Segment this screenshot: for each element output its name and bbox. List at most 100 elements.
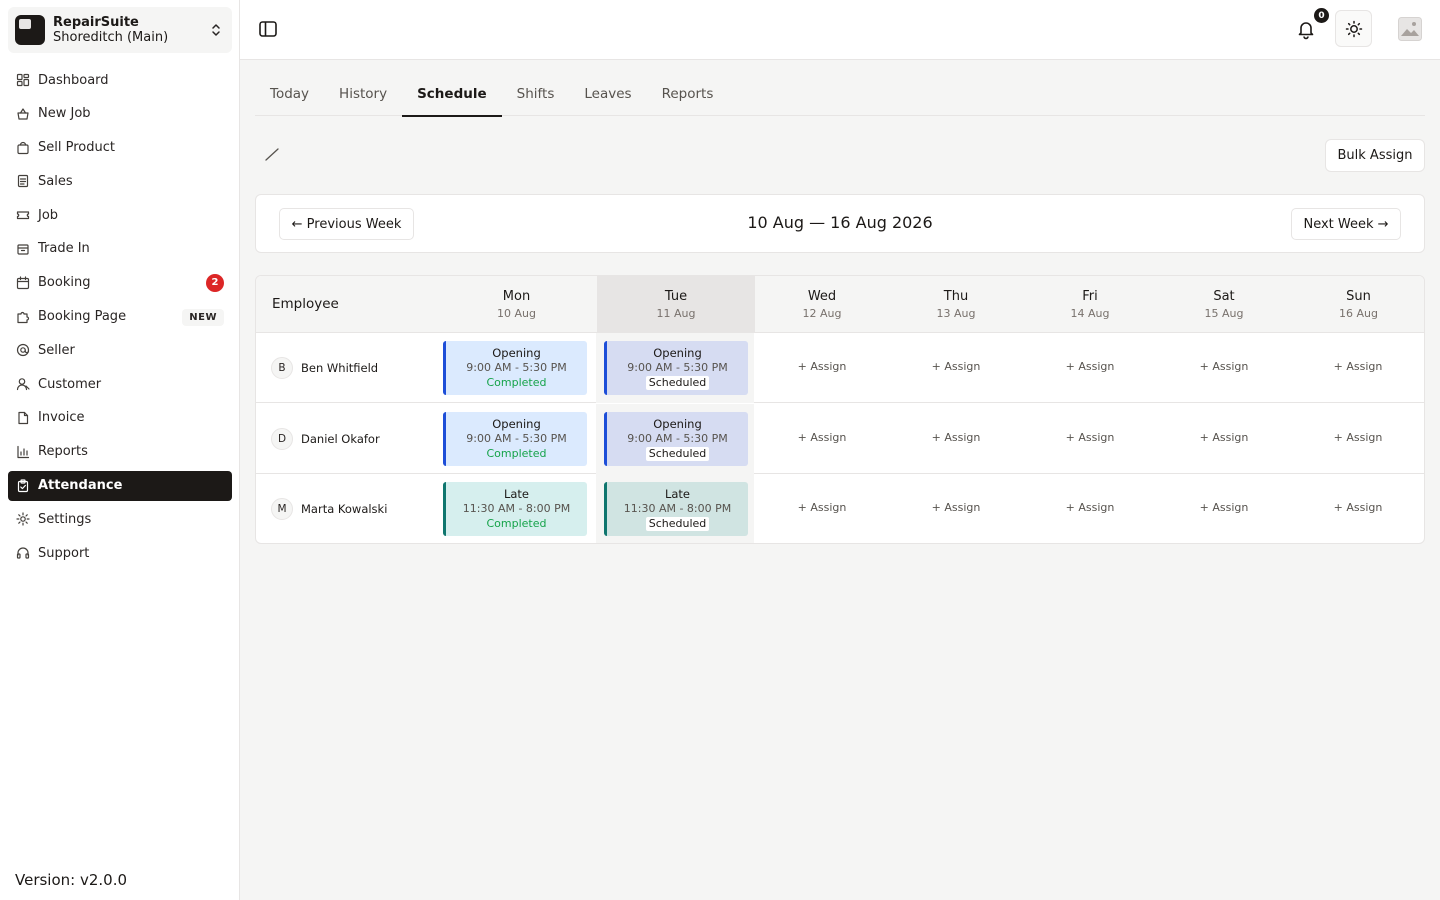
- puzzle-icon: [17, 311, 30, 323]
- headset-icon: [16, 547, 30, 559]
- employee-cell: M Marta Kowalski: [271, 498, 387, 520]
- ticket-icon: [16, 211, 30, 220]
- day-header-fri: Fri 14 Aug: [1023, 276, 1157, 333]
- sidebar-item-new-job[interactable]: New Job: [8, 99, 232, 129]
- assign-shift-button[interactable]: + Assign: [1291, 360, 1424, 373]
- sidebar-toggle-icon[interactable]: [258, 19, 278, 39]
- sidebar-item-invoice[interactable]: Invoice: [8, 403, 232, 433]
- employee-name: Daniel Okafor: [301, 431, 380, 446]
- tab-today[interactable]: Today: [255, 72, 324, 116]
- assign-shift-button[interactable]: + Assign: [755, 431, 889, 444]
- assign-shift-button[interactable]: + Assign: [1023, 501, 1157, 514]
- shift-time: 9:00 AM - 5:30 PM: [627, 431, 728, 445]
- assign-shift-button[interactable]: + Assign: [1023, 431, 1157, 444]
- sidebar-item-customer[interactable]: Customer: [8, 369, 232, 399]
- sidebar-item-dashboard[interactable]: Dashboard: [8, 65, 232, 95]
- store-name: RepairSuite: [53, 14, 139, 30]
- sidebar-item-label: Sales: [38, 173, 73, 189]
- day-date: 16 Aug: [1339, 307, 1378, 320]
- day-date: 14 Aug: [1070, 307, 1110, 320]
- tab-schedule[interactable]: Schedule: [402, 72, 502, 117]
- shift-name: Opening: [492, 346, 541, 360]
- chart-icon: [17, 445, 30, 458]
- assign-shift-button[interactable]: + Assign: [755, 360, 889, 373]
- basket-icon: [17, 108, 29, 120]
- sidebar-item-label: Support: [38, 545, 90, 561]
- sidebar-item-reports[interactable]: Reports: [8, 437, 232, 467]
- schedule-table: Employee Mon 10 Aug Tue 11 Aug Wed 12 Aug Thu 1…: [255, 275, 1425, 544]
- sidebar-item-label: Attendance: [38, 478, 123, 494]
- store-switcher[interactable]: RepairSuite Shoreditch (Main): [8, 7, 232, 53]
- shift-status: Scheduled: [645, 517, 710, 531]
- day-cell: Opening 9:00 AM - 5:30 PM Completed: [435, 404, 596, 474]
- assign-shift-button[interactable]: + Assign: [1291, 431, 1424, 444]
- sidebar-item-sales[interactable]: Sales: [8, 166, 232, 196]
- sidebar-item-attendance[interactable]: Attendance: [8, 470, 232, 501]
- box-icon: [17, 244, 29, 255]
- grid-icon: [16, 73, 30, 87]
- sidebar-item-job[interactable]: Job: [8, 200, 232, 230]
- shift-time: 9:00 AM - 5:30 PM: [466, 361, 567, 374]
- day-name: Thu: [943, 289, 969, 304]
- shift-block[interactable]: Opening 9:00 AM - 5:30 PM Completed: [443, 411, 587, 466]
- shift-block[interactable]: Late 11:30 AM - 8:00 PM Completed: [443, 482, 587, 536]
- sidebar-item-booking[interactable]: Booking 2: [8, 268, 232, 298]
- clipboard-icon: [17, 478, 29, 492]
- assign-shift-button[interactable]: + Assign: [1157, 360, 1291, 373]
- shift-time: 9:00 AM - 5:30 PM: [466, 431, 567, 445]
- shift-name: Late: [503, 487, 530, 501]
- employee-name: Marta Kowalski: [301, 502, 388, 516]
- avatar: B: [271, 357, 293, 379]
- shift-name: Opening: [492, 416, 541, 431]
- sidebar-item-trade-in[interactable]: Trade In: [8, 234, 232, 264]
- assign-shift-button[interactable]: + Assign: [889, 431, 1023, 444]
- sidebar-item-label: New Job: [38, 106, 91, 122]
- assign-shift-button[interactable]: + Assign: [889, 501, 1023, 514]
- tab-leaves[interactable]: Leaves: [569, 72, 646, 116]
- bell-icon[interactable]: [1295, 18, 1317, 40]
- store-branch: Shoreditch (Main): [53, 29, 169, 45]
- shift-name: Opening: [653, 346, 702, 360]
- shift-block[interactable]: Opening 9:00 AM - 5:30 PM Scheduled: [604, 411, 748, 466]
- user-avatar-icon[interactable]: [1398, 17, 1422, 41]
- sidebar-item-sell-product[interactable]: Sell Product: [8, 133, 232, 163]
- tab-reports[interactable]: Reports: [647, 72, 729, 116]
- sidebar-nav: Dashboard New Job Sell Product Sales Job Trad…: [8, 65, 232, 572]
- assign-shift-button[interactable]: + Assign: [1023, 360, 1157, 373]
- day-cell: Opening 9:00 AM - 5:30 PM Completed: [435, 333, 596, 403]
- next-week-button[interactable]: Next Week →: [1291, 208, 1401, 240]
- assign-shift-button[interactable]: + Assign: [889, 360, 1023, 373]
- day-cell: Late 11:30 AM - 8:00 PM Completed: [435, 474, 596, 543]
- table-row: D Daniel Okafor Opening 9:00 AM - 5:30 PM Co…: [256, 403, 1424, 474]
- shift-block[interactable]: Opening 9:00 AM - 5:30 PM Scheduled: [604, 341, 748, 395]
- sidebar-item-seller[interactable]: Seller: [8, 335, 232, 365]
- sidebar-item-settings[interactable]: Settings: [8, 504, 232, 534]
- at-icon: [16, 344, 30, 357]
- bulk-assign-button[interactable]: Bulk Assign: [1325, 139, 1425, 172]
- shift-time: 11:30 AM - 8:00 PM: [623, 502, 732, 515]
- sidebar-item-label: Job: [38, 207, 59, 223]
- day-name: Mon: [502, 289, 531, 304]
- tab-shifts[interactable]: Shifts: [502, 72, 570, 116]
- gear-icon: [16, 512, 30, 526]
- shift-block[interactable]: Opening 9:00 AM - 5:30 PM Completed: [443, 341, 587, 395]
- avatar: M: [271, 498, 293, 520]
- assign-shift-button[interactable]: + Assign: [755, 501, 889, 514]
- sidebar-item-label: Booking Page: [38, 309, 127, 325]
- user-icon: [16, 378, 30, 391]
- assign-shift-button[interactable]: + Assign: [1157, 501, 1291, 514]
- sidebar-item-booking-page[interactable]: Booking Page NEW: [8, 302, 232, 332]
- pencil-icon[interactable]: [264, 146, 280, 162]
- shift-block[interactable]: Late 11:30 AM - 8:00 PM Scheduled: [604, 482, 748, 536]
- theme-toggle-button[interactable]: [1335, 10, 1372, 47]
- sidebar-item-label: Seller: [38, 342, 75, 358]
- assign-shift-button[interactable]: + Assign: [1291, 501, 1424, 514]
- tab-history[interactable]: History: [324, 72, 402, 116]
- table-row: B Ben Whitfield Opening 9:00 AM - 5:30 PM Co…: [256, 333, 1424, 403]
- week-range: 10 Aug — 16 Aug 2026: [747, 213, 933, 232]
- assign-shift-button[interactable]: + Assign: [1157, 431, 1291, 444]
- employee-column-header: Employee: [272, 296, 339, 312]
- store-logo: [15, 15, 45, 45]
- sidebar-item-support[interactable]: Support: [8, 538, 232, 568]
- day-name: Sat: [1213, 289, 1235, 304]
